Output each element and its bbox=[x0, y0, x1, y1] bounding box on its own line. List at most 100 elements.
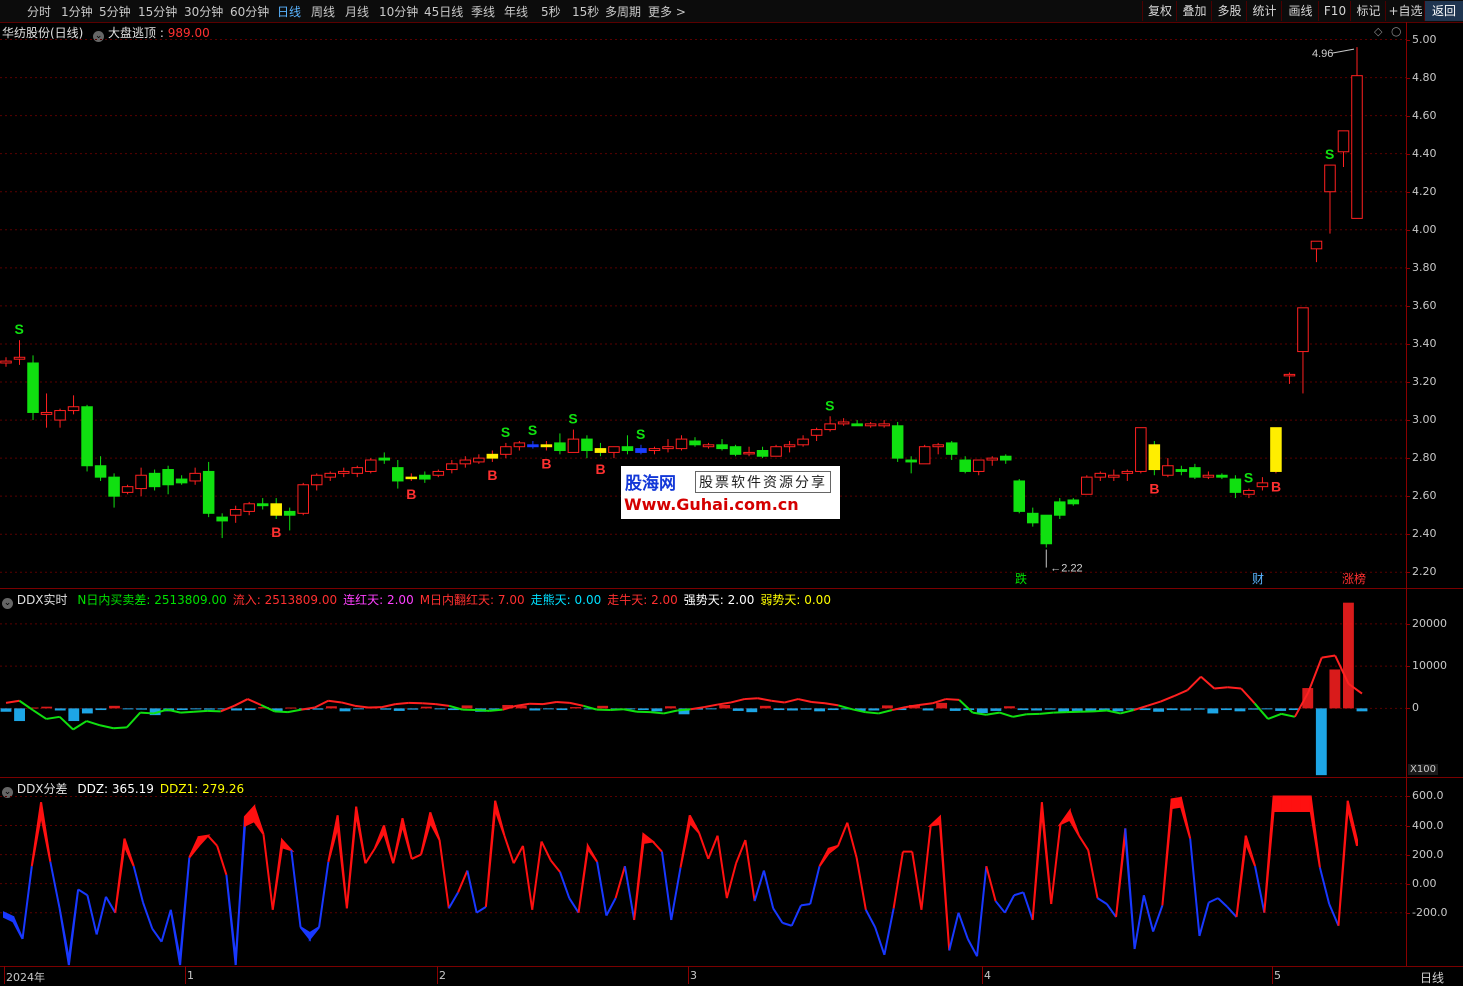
ddx-bar bbox=[1248, 708, 1259, 709]
ddz-band bbox=[1014, 892, 1023, 895]
candle-body bbox=[933, 445, 944, 447]
ddx-bar bbox=[231, 708, 242, 710]
ddx-bar bbox=[326, 706, 337, 708]
period-tab[interactable]: 日线 bbox=[277, 3, 301, 20]
period-tab[interactable]: 分时 bbox=[27, 3, 51, 20]
ddz-band bbox=[551, 860, 560, 872]
ddz-band bbox=[1301, 796, 1310, 811]
ddx-line-segment bbox=[919, 703, 932, 705]
period-tab[interactable]: 季线 bbox=[471, 3, 495, 20]
event-tag: 财 bbox=[1252, 572, 1264, 586]
y-tick-mark bbox=[1406, 458, 1410, 459]
ddz-band bbox=[745, 840, 754, 901]
candle-body bbox=[217, 517, 228, 521]
ddx-line-segment bbox=[476, 710, 489, 711]
period-tab[interactable]: 30分钟 bbox=[184, 3, 223, 20]
ddx-line-segment bbox=[570, 703, 583, 706]
ddz-band bbox=[884, 908, 893, 955]
candle-body bbox=[284, 511, 295, 515]
toolbar-button[interactable]: +自选 bbox=[1385, 1, 1425, 21]
toolbar-button[interactable]: F10 bbox=[1318, 1, 1351, 21]
ddz-band bbox=[1274, 796, 1283, 811]
candle-body bbox=[676, 439, 687, 449]
period-tab[interactable]: 年线 bbox=[504, 3, 528, 20]
y-tick-label: 2.80 bbox=[1412, 451, 1437, 464]
candle-body bbox=[1041, 515, 1052, 544]
ddx-line-segment bbox=[556, 702, 569, 703]
ddx-line-segment bbox=[798, 699, 811, 702]
ddx-line-segment bbox=[33, 710, 46, 719]
ddz-band bbox=[625, 866, 634, 920]
ddx-line-segment bbox=[865, 712, 878, 713]
y-tick-label: 0 bbox=[1412, 701, 1419, 714]
ddx-bar bbox=[950, 708, 961, 711]
y-tick-label: 600.0 bbox=[1412, 789, 1444, 802]
ddx-line-segment bbox=[328, 701, 341, 703]
period-tab[interactable]: 15分钟 bbox=[138, 3, 177, 20]
ddz-band bbox=[273, 840, 282, 910]
x-tick-mark bbox=[982, 966, 983, 984]
ddx-bar bbox=[801, 708, 812, 709]
toolbar-button[interactable]: 复权 bbox=[1142, 1, 1177, 21]
toolbar-button[interactable]: 画线 bbox=[1281, 1, 1319, 21]
period-tab[interactable]: 5秒 bbox=[541, 3, 561, 20]
ddz-band bbox=[301, 927, 310, 939]
ddz-band bbox=[226, 875, 235, 965]
ddz-band bbox=[1070, 811, 1079, 836]
ddx-bar bbox=[882, 705, 893, 708]
period-tab[interactable]: 周线 bbox=[311, 3, 335, 20]
ddz-band bbox=[338, 815, 347, 908]
toolbar-button[interactable]: 标记 bbox=[1350, 1, 1386, 21]
period-tab[interactable]: 5分钟 bbox=[99, 3, 131, 20]
ddx-bar bbox=[1018, 708, 1029, 710]
ddz-band bbox=[1190, 839, 1199, 936]
ddx-line-segment bbox=[382, 704, 395, 707]
toolbar-button[interactable]: 统计 bbox=[1246, 1, 1282, 21]
ddz-band bbox=[1116, 828, 1125, 917]
y-tick-mark bbox=[1406, 666, 1410, 667]
ddx-bar bbox=[1045, 708, 1056, 709]
ddz-band bbox=[486, 801, 495, 907]
ddz-band bbox=[1098, 898, 1107, 904]
low-label: ←2.22 bbox=[1050, 563, 1082, 575]
ddx-line-segment bbox=[1228, 687, 1241, 688]
candle-body bbox=[717, 445, 728, 449]
event-tag: 涨榜 bbox=[1342, 571, 1366, 586]
candle-body bbox=[1055, 502, 1066, 515]
ddz-band bbox=[1088, 850, 1097, 898]
watermark-url: Www.Guhai.com.cn bbox=[624, 495, 799, 514]
ddz-band bbox=[375, 826, 384, 849]
toolbar-button[interactable]: 多股 bbox=[1211, 1, 1247, 21]
ddx-line-segment bbox=[275, 711, 288, 712]
ddx-bar bbox=[14, 708, 25, 721]
period-tab[interactable]: 1分钟 bbox=[61, 3, 93, 20]
ddz-band bbox=[792, 905, 801, 925]
period-tab[interactable]: 60分钟 bbox=[230, 3, 269, 20]
period-tab[interactable]: 45日线 bbox=[424, 3, 463, 20]
event-tag: 跌 bbox=[1015, 571, 1027, 586]
ddx-line-segment bbox=[986, 713, 999, 715]
ddx-bar bbox=[82, 708, 93, 713]
ddz-band bbox=[755, 871, 764, 902]
ddz-band bbox=[1005, 895, 1014, 912]
period-tab[interactable]: 多周期 bbox=[605, 3, 641, 20]
y-tick-label: 400.0 bbox=[1412, 819, 1444, 832]
candle-body bbox=[960, 460, 971, 471]
ddx-bar bbox=[177, 708, 188, 710]
period-tab[interactable]: 10分钟 bbox=[379, 3, 418, 20]
ddz-band bbox=[1209, 898, 1218, 902]
ddz-band bbox=[681, 815, 690, 867]
ddz-band bbox=[1172, 798, 1181, 808]
ddx-bar bbox=[990, 708, 1001, 711]
sell-signal: S bbox=[501, 424, 510, 440]
y-tick-label: 2.20 bbox=[1412, 565, 1437, 578]
toolbar-button[interactable]: 叠加 bbox=[1176, 1, 1212, 21]
period-tab[interactable]: 更多 > bbox=[648, 3, 686, 20]
ddx-bar bbox=[95, 708, 106, 710]
ddz-band bbox=[495, 801, 504, 836]
candle-body bbox=[1311, 241, 1322, 249]
toolbar-button[interactable]: 返回 bbox=[1424, 1, 1463, 21]
period-tab[interactable]: 月线 bbox=[345, 3, 369, 20]
period-tab[interactable]: 15秒 bbox=[572, 3, 599, 20]
buy-signal: B bbox=[487, 467, 497, 483]
